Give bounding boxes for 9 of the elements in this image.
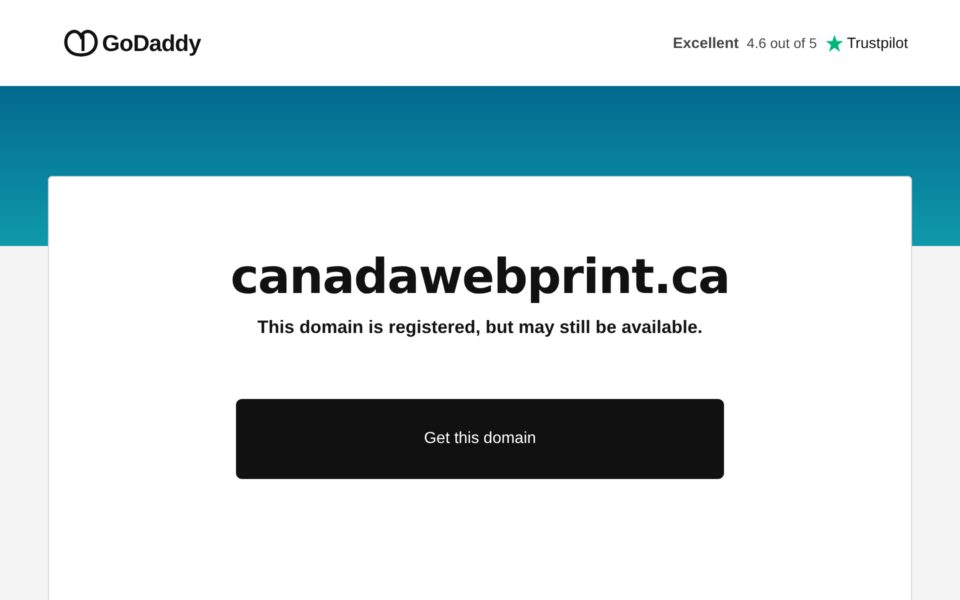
- trustpilot-label[interactable]: Trustpilot: [846, 34, 908, 52]
- get-domain-button[interactable]: Get this domain: [236, 399, 724, 479]
- domain-name: canadawebprint.ca: [230, 248, 730, 307]
- rating-label: Excellent: [672, 34, 739, 52]
- star-icon: [824, 34, 844, 52]
- domain-message: This domain is registered, but may still be available.: [257, 317, 703, 338]
- logo-wordmark[interactable]: GoDaddy: [102, 30, 201, 56]
- logo-icon: [64, 29, 98, 57]
- rating-score: 4.6 out of 5: [746, 35, 817, 51]
